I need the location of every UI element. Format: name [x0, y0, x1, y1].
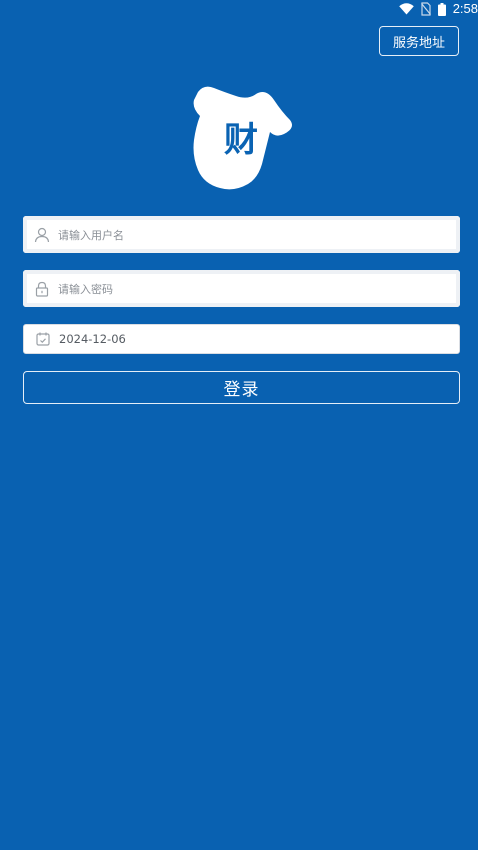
calendar-icon [35, 331, 51, 347]
battery-icon [437, 2, 446, 16]
password-field[interactable]: 请输入密码 [23, 270, 460, 307]
user-icon [34, 227, 50, 243]
username-placeholder: 请输入用户名 [58, 228, 124, 242]
password-placeholder: 请输入密码 [58, 282, 113, 296]
login-button[interactable]: 登录 [23, 371, 460, 404]
status-time: 2:58 [452, 1, 478, 16]
lock-icon [34, 281, 50, 297]
status-bar: 2:58 [0, 0, 478, 18]
username-field[interactable]: 请输入用户名 [23, 216, 460, 253]
date-field[interactable]: 2024-12-06 [23, 324, 460, 354]
wifi-icon [398, 3, 414, 15]
status-icons: 2:58 [398, 1, 478, 17]
sim-no-signal-icon [420, 2, 431, 16]
service-address-button[interactable]: 服务地址 [379, 26, 459, 56]
date-value: 2024-12-06 [59, 332, 126, 346]
logo-icon: 财 [186, 82, 296, 190]
logo-text: 财 [224, 120, 258, 160]
